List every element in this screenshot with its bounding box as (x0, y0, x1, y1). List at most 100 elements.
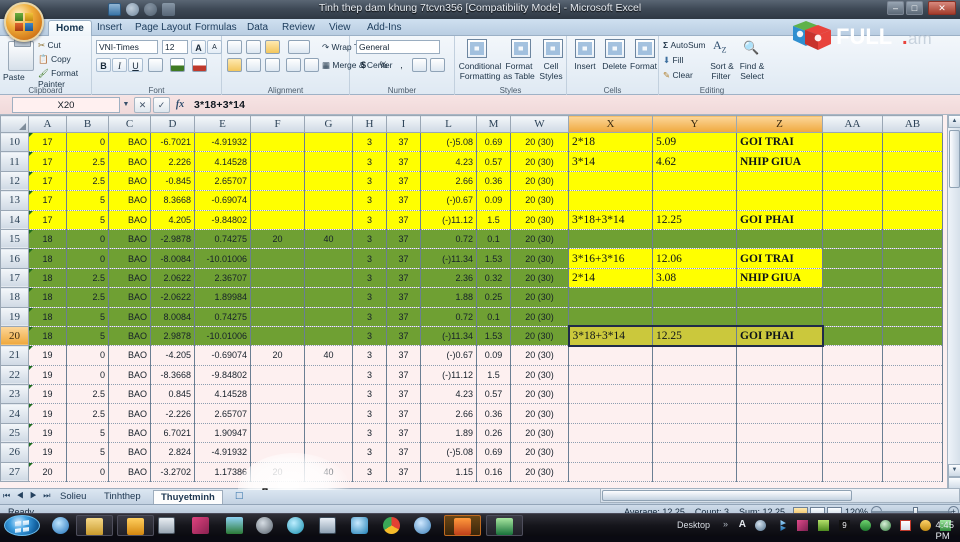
cell-M19[interactable]: 0.1 (476, 307, 511, 327)
cell-Y23[interactable] (652, 384, 737, 405)
cell-A11[interactable]: 17 (28, 151, 67, 172)
column-header-a[interactable]: A (28, 115, 67, 133)
cell-Y25[interactable] (652, 423, 737, 444)
cell-L17[interactable]: 2.36 (420, 268, 477, 289)
close-button[interactable]: ✕ (928, 1, 956, 15)
cell-C11[interactable]: BAO (108, 151, 151, 172)
cell-W13[interactable]: 20 (30) (510, 190, 569, 211)
cell-Z10[interactable]: GOI TRAI (736, 132, 823, 153)
cell-W23[interactable]: 20 (30) (510, 384, 569, 405)
cell-D27[interactable]: -3.2702 (150, 462, 195, 483)
underline-button[interactable]: U (128, 58, 143, 72)
cell-M10[interactable]: 0.69 (476, 132, 511, 153)
cell-H25[interactable]: 3 (352, 423, 387, 444)
cell-G23[interactable] (304, 384, 353, 405)
prev-sheet-icon[interactable]: ◀ (16, 491, 25, 500)
cell-H19[interactable]: 3 (352, 307, 387, 327)
browser-app-icon[interactable] (287, 517, 304, 534)
cell-H24[interactable]: 3 (352, 403, 387, 424)
cell-AA19[interactable] (822, 307, 883, 327)
cell-G20[interactable] (304, 326, 353, 347)
cell-M20[interactable]: 1.53 (476, 326, 511, 347)
cell-M18[interactable]: 0.25 (476, 287, 511, 308)
cell-Z24[interactable] (736, 403, 823, 424)
cell-F20[interactable] (250, 326, 305, 347)
cell-B24[interactable]: 2.5 (66, 403, 109, 424)
cell-D21[interactable]: -4.205 (150, 345, 195, 366)
cell-AB14[interactable] (882, 210, 943, 230)
row-header-14[interactable]: 14 (0, 209, 29, 230)
cell-C26[interactable]: BAO (108, 442, 151, 463)
table-row[interactable]: 16 18 0 BAO -8.0084 -10.01006 3 37 (-)11.34 1.53 2… (0, 248, 943, 269)
messenger-icon[interactable] (351, 517, 368, 534)
cell-I16[interactable]: 37 (386, 248, 421, 269)
italic-button[interactable]: I (112, 58, 127, 72)
cell-M25[interactable]: 0.26 (476, 423, 511, 444)
cell-Y20[interactable]: 12.25 (652, 325, 737, 347)
tab-formulas[interactable]: Formulas (188, 20, 244, 36)
column-header-aa[interactable]: AA (822, 115, 883, 133)
cell-Y10[interactable]: 5.09 (652, 132, 737, 153)
cell-D19[interactable]: 8.0084 (150, 307, 195, 327)
cell-F22[interactable] (250, 365, 305, 386)
cell-C12[interactable]: BAO (108, 171, 151, 192)
cell-G22[interactable] (304, 365, 353, 386)
cell-W17[interactable]: 20 (30) (510, 268, 569, 289)
cell-D26[interactable]: 2.824 (150, 442, 195, 463)
cell-M26[interactable]: 0.69 (476, 442, 511, 463)
sort-filter-icon[interactable]: AZ (713, 38, 727, 54)
cell-H14[interactable]: 3 (352, 210, 387, 230)
column-header-w[interactable]: W (510, 115, 569, 133)
cell-D25[interactable]: 6.7021 (150, 423, 195, 444)
last-sheet-icon[interactable]: ⏭ (43, 491, 52, 500)
format-button[interactable]: Format (627, 61, 660, 71)
cell-X16[interactable]: 3*16+3*16 (568, 248, 653, 269)
cell-AA27[interactable] (822, 462, 883, 483)
cell-C14[interactable]: BAO (108, 210, 151, 230)
cell-Z13[interactable] (736, 190, 823, 211)
cell-A20[interactable]: 18 (28, 326, 67, 347)
copy-button[interactable]: 📋 Copy (38, 54, 71, 65)
tab-add-ins[interactable]: Add-Ins (360, 20, 408, 36)
cell-X12[interactable] (568, 171, 653, 192)
table-row[interactable]: 25 19 5 BAO 6.7021 1.90947 3 37 1.89 0.26 20 (30) (0, 422, 943, 444)
cell-X23[interactable] (568, 384, 653, 405)
cell-styles-button[interactable]: Cell (537, 61, 565, 71)
cell-L13[interactable]: (-)0.67 (420, 190, 477, 211)
format-as-table-icon[interactable] (511, 39, 531, 58)
music-app-icon[interactable] (256, 517, 273, 534)
cell-B11[interactable]: 2.5 (66, 151, 109, 172)
cell-AA10[interactable] (822, 132, 883, 153)
table-row[interactable]: 23 19 2.5 BAO 0.845 4.14528 3 37 4.23 0.57 20 (30) (0, 384, 943, 405)
cell-M24[interactable]: 0.36 (476, 403, 511, 424)
tab-review[interactable]: Review (275, 20, 322, 36)
cell-Z12[interactable] (736, 171, 823, 192)
cell-Y14[interactable]: 12.25 (652, 210, 737, 230)
row-header-19[interactable]: 19 (0, 306, 29, 327)
cell-A10[interactable]: 17 (28, 132, 67, 153)
cell-I20[interactable]: 37 (386, 326, 421, 347)
number-format-select[interactable]: General (356, 40, 440, 54)
select-all-corner[interactable] (0, 115, 29, 133)
cell-Z11[interactable]: NHIP GIUA (736, 151, 823, 172)
cell-F18[interactable] (250, 287, 305, 308)
cell-Y27[interactable] (652, 462, 737, 483)
spreadsheet-grid[interactable]: A B C D E F G H I L M W X Y Z AA AB 10 17 0 BAO -6.7021 -4.919… (0, 115, 960, 490)
format-cells-icon[interactable] (635, 39, 655, 58)
cell-D20[interactable]: 2.9878 (150, 326, 195, 347)
row-header-26[interactable]: 26 (0, 442, 29, 463)
cell-D18[interactable]: -2.0622 (150, 287, 195, 308)
cell-E19[interactable]: 0.74275 (194, 307, 251, 327)
cell-I10[interactable]: 37 (386, 132, 421, 153)
sheet-tab-tinhthep[interactable]: Tinhthep (97, 490, 148, 505)
cell-A22[interactable]: 19 (28, 365, 67, 386)
cell-AB23[interactable] (882, 384, 943, 405)
cell-A17[interactable]: 18 (28, 268, 67, 289)
cell-H21[interactable]: 3 (352, 345, 387, 366)
cell-F15[interactable]: 20 (250, 229, 305, 250)
insert-function-icon[interactable]: fx (170, 99, 190, 110)
cell-D12[interactable]: -0.845 (150, 171, 195, 192)
cell-M27[interactable]: 0.16 (476, 462, 511, 483)
cell-L12[interactable]: 2.66 (420, 171, 477, 192)
cell-G19[interactable] (304, 307, 353, 327)
